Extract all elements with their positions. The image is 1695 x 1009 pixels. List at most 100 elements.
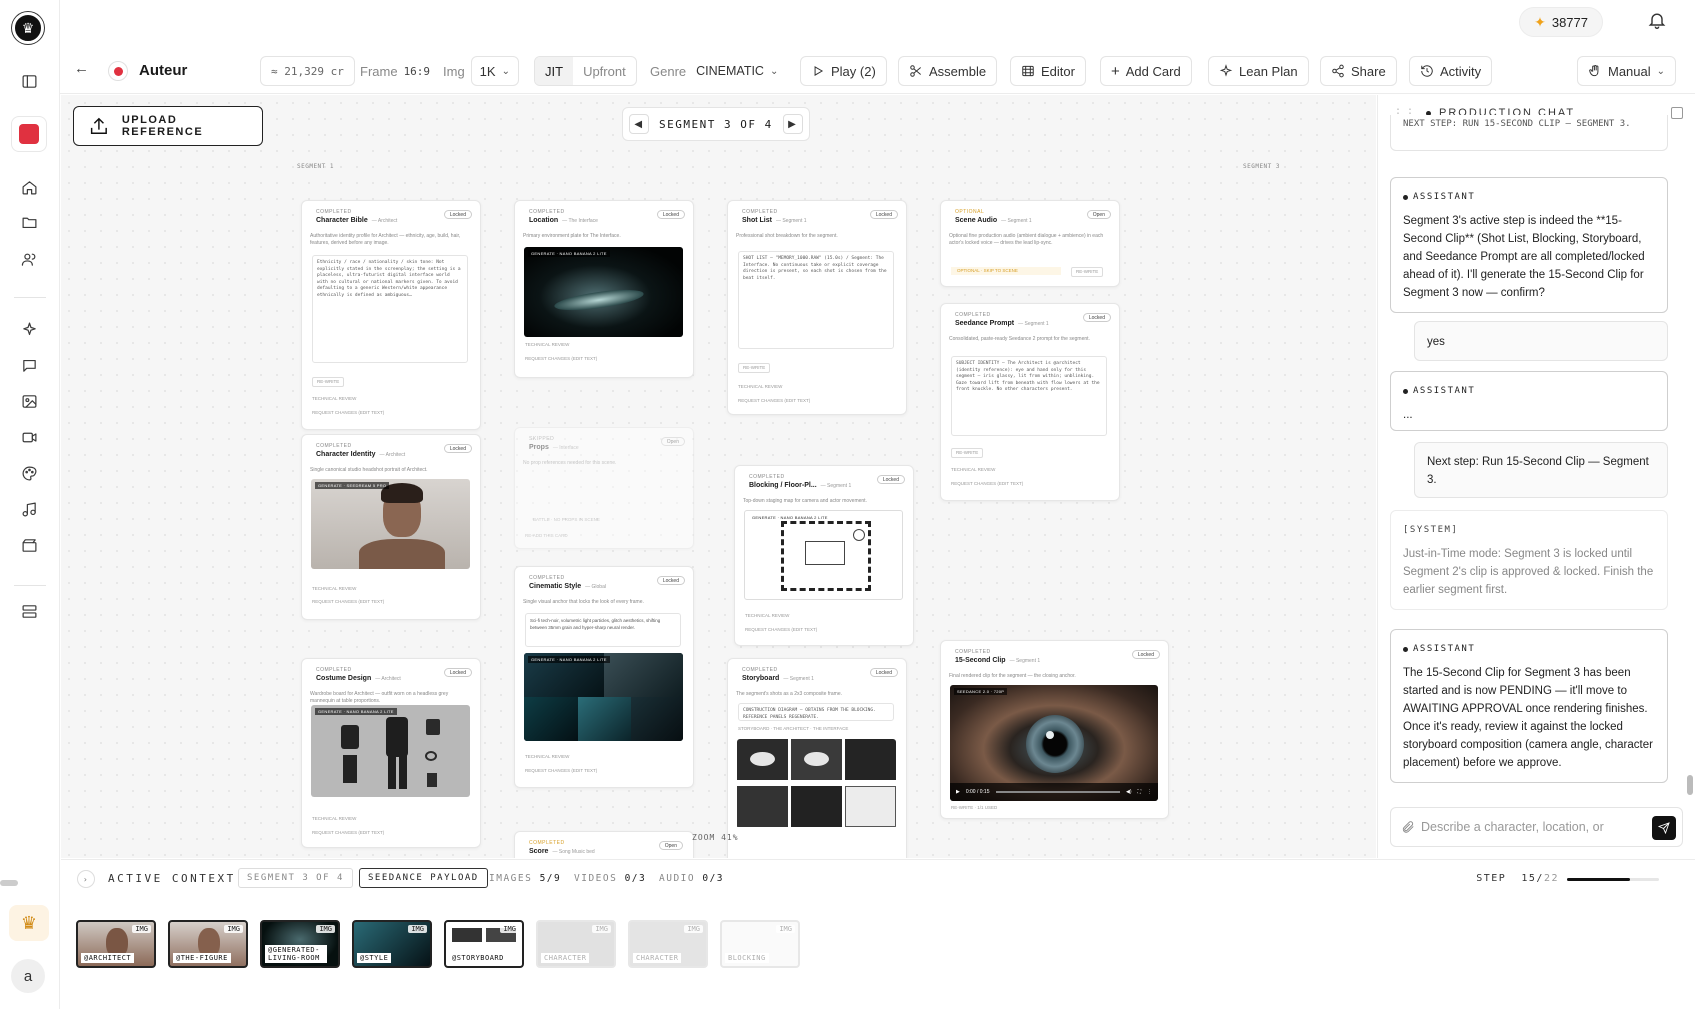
technical-review-link[interactable]: TECHNICAL REVIEW bbox=[312, 815, 356, 823]
card-15-second-clip[interactable]: COMPLETED 15-Second Clip — Segment 1 Locke… bbox=[940, 640, 1169, 819]
lock-badge[interactable]: Open bbox=[660, 437, 685, 446]
skip-scene-button[interactable]: OPTIONAL · SKIP TO SCENE bbox=[951, 267, 1061, 275]
credits-badge[interactable]: ✦ 38777 bbox=[1519, 7, 1603, 37]
folder-icon[interactable] bbox=[14, 207, 44, 237]
thumbnail-style[interactable]: IMG @STYLE bbox=[352, 920, 432, 968]
request-changes-link[interactable]: REQUEST CHANGES (EDIT TEXT) bbox=[312, 598, 384, 606]
costume-image[interactable]: GENERATE · NANO BANANA 2 LITE bbox=[311, 705, 470, 797]
img-resolution-select[interactable]: 1K ⌄ bbox=[470, 56, 519, 86]
lock-badge[interactable]: Locked bbox=[656, 210, 685, 219]
mode-upfront[interactable]: Upfront bbox=[573, 57, 636, 85]
technical-review-link[interactable]: TECHNICAL REVIEW bbox=[738, 383, 782, 391]
request-changes-link[interactable]: REQUEST CHANGES (EDIT TEXT) bbox=[951, 480, 1023, 488]
frame-ratio[interactable]: 16:9 bbox=[404, 65, 431, 78]
next-segment-button[interactable]: ▶ bbox=[782, 114, 803, 134]
chat-scrollbar[interactable] bbox=[1687, 775, 1693, 795]
floor-plan-image[interactable]: GENERATE · NANO BANANA 2 LITE bbox=[744, 510, 903, 600]
request-changes-link[interactable]: REQUEST CHANGES (EDIT TEXT) bbox=[745, 626, 817, 634]
location-image[interactable]: GENERATE · NANO BANANA 2 LITE bbox=[524, 247, 683, 337]
home-icon[interactable] bbox=[14, 172, 44, 202]
thumbnail-architect[interactable]: IMG @ARCHITECT bbox=[76, 920, 156, 968]
rail-scrollbar[interactable] bbox=[0, 880, 18, 886]
lock-badge[interactable]: Locked bbox=[443, 444, 472, 453]
prev-segment-button[interactable]: ◀ bbox=[629, 114, 649, 134]
card-props[interactable]: SKIPPED Props — Interface Open No prop ref… bbox=[514, 427, 694, 549]
context-collapse-icon[interactable]: › bbox=[77, 870, 95, 888]
request-changes-link[interactable]: REQUEST CHANGES (EDIT TEXT) bbox=[312, 829, 384, 837]
chat-icon[interactable] bbox=[14, 350, 44, 380]
technical-review-link[interactable]: TECHNICAL REVIEW bbox=[312, 395, 356, 403]
play-icon[interactable]: ▶ bbox=[956, 789, 960, 795]
card-storyboard[interactable]: COMPLETED Storyboard — Segment 1 Locked Th… bbox=[727, 658, 907, 858]
technical-review-link[interactable]: TECHNICAL REVIEW bbox=[525, 753, 569, 761]
card-blocking[interactable]: COMPLETED Blocking / Floor-Pl... — Segment… bbox=[734, 465, 914, 646]
thumbnail-generated-living-room[interactable]: IMG @GENERATED-LIVING-ROOM bbox=[260, 920, 340, 968]
rewrite-button[interactable]: RE-WRITE bbox=[951, 448, 984, 458]
technical-review-link[interactable]: TECHNICAL REVIEW bbox=[525, 341, 569, 349]
lock-badge[interactable]: Locked bbox=[869, 210, 898, 219]
lock-badge[interactable]: Locked bbox=[1131, 650, 1160, 659]
card-character-identity[interactable]: COMPLETED Character Identity — Architect L… bbox=[301, 434, 481, 620]
genre-select[interactable]: CINEMATIC ⌄ bbox=[692, 56, 783, 86]
card-costume-design[interactable]: COMPLETED Costume Design — Architect Locke… bbox=[301, 658, 481, 848]
sparkles-icon[interactable] bbox=[14, 314, 44, 344]
video-icon[interactable] bbox=[14, 422, 44, 452]
editor-button[interactable]: Editor bbox=[1010, 56, 1086, 86]
back-arrow-icon[interactable]: ← bbox=[74, 60, 89, 77]
upload-reference-button[interactable]: UPLOAD REFERENCE bbox=[73, 106, 263, 146]
video-controls[interactable]: ▶ 0:00 / 0:15 ◀) ⛶ ⋮ bbox=[950, 783, 1158, 801]
share-button[interactable]: Share bbox=[1320, 56, 1397, 86]
chat-input[interactable]: Describe a character, location, or bbox=[1390, 807, 1683, 847]
upgrade-crown-icon[interactable]: ♛ bbox=[9, 905, 49, 941]
fullscreen-icon[interactable]: ⛶ bbox=[1137, 789, 1141, 795]
style-board-image[interactable]: GENERATE · NANO BANANA 2 LITE bbox=[524, 653, 683, 741]
lock-badge[interactable]: Locked bbox=[656, 576, 685, 585]
lock-badge[interactable]: Open bbox=[658, 841, 683, 850]
card-shot-list[interactable]: COMPLETED Shot List — Segment 1 Locked Pro… bbox=[727, 200, 907, 415]
more-icon[interactable]: ⋮ bbox=[1147, 789, 1152, 795]
seedance-payload-chip[interactable]: SEEDANCE PAYLOAD bbox=[359, 868, 488, 888]
thumbnail-storyboard[interactable]: IMG @STORYBOARD bbox=[444, 920, 524, 968]
lock-badge[interactable]: Locked bbox=[1082, 313, 1111, 322]
zoom-level[interactable]: ZOOM 41% bbox=[692, 833, 739, 842]
card-text-body[interactable]: SUBJECT IDENTITY — The Architect is @arc… bbox=[951, 356, 1107, 436]
thumbnail-character[interactable]: IMG CHARACTER bbox=[628, 920, 708, 968]
card-cinematic-style[interactable]: COMPLETED Cinematic Style — Global Locked … bbox=[514, 566, 694, 788]
segment-chip[interactable]: SEGMENT 3 OF 4 bbox=[238, 868, 353, 888]
lock-badge[interactable]: Locked bbox=[876, 475, 905, 484]
lock-badge[interactable]: Locked bbox=[869, 668, 898, 677]
music-icon[interactable] bbox=[14, 494, 44, 524]
card-text-body[interactable]: SHOT LIST — "MEMORY_1000.RAW" (15.0s) / … bbox=[738, 251, 894, 349]
rewrite-button[interactable]: RE-WRITE bbox=[312, 377, 345, 387]
lean-plan-button[interactable]: Lean Plan bbox=[1208, 56, 1309, 86]
image-icon[interactable] bbox=[14, 386, 44, 416]
technical-review-link[interactable]: TECHNICAL REVIEW bbox=[745, 612, 789, 620]
record-button[interactable] bbox=[11, 116, 47, 152]
thumbnail-character[interactable]: IMG CHARACTER bbox=[536, 920, 616, 968]
sidebar-toggle-icon[interactable] bbox=[14, 66, 44, 96]
lock-badge[interactable]: Open bbox=[1086, 210, 1111, 219]
request-changes-link[interactable]: REQUEST CHANGES (EDIT TEXT) bbox=[525, 355, 597, 363]
storyboard-canvas[interactable]: UPLOAD REFERENCE ◀ SEGMENT 3 OF 4 ▶ SEGM… bbox=[61, 95, 1376, 858]
card-score[interactable]: COMPLETED Score — Song Music bed Open bbox=[514, 831, 694, 858]
lock-badge[interactable]: Locked bbox=[443, 210, 472, 219]
rewrite-button[interactable]: RE-WRITE bbox=[738, 363, 771, 373]
assemble-button[interactable]: Assemble bbox=[898, 56, 998, 86]
layout-icon[interactable] bbox=[14, 596, 44, 626]
palette-icon[interactable] bbox=[14, 458, 44, 488]
clip-meta[interactable]: RE-WRITE · 1/1 USED bbox=[951, 804, 997, 812]
clip-video-player[interactable]: SEEDANCE 2.0 · 720P ▶ 0:00 / 0:15 ◀) ⛶ ⋮ bbox=[950, 685, 1158, 801]
technical-review-link[interactable]: TECHNICAL REVIEW bbox=[951, 466, 995, 474]
thumbnail-the-figure[interactable]: IMG @THE-FIGURE bbox=[168, 920, 248, 968]
app-logo[interactable]: ♛ bbox=[12, 12, 44, 44]
style-text-body[interactable]: Sci-fi tech-noir, volumetric light parti… bbox=[525, 613, 681, 647]
card-text-body[interactable]: Ethnicity / race / nationality / skin to… bbox=[312, 255, 468, 363]
lock-badge[interactable]: Locked bbox=[443, 668, 472, 677]
card-seedance-prompt[interactable]: COMPLETED Seedance Prompt — Segment 1 Lock… bbox=[940, 303, 1120, 501]
activity-button[interactable]: Activity bbox=[1409, 56, 1493, 86]
card-text-body[interactable]: CONSTRUCTION DIAGRAM — OBTAINS FROM THE … bbox=[738, 703, 894, 721]
headshot-image[interactable]: GENERATE · SEEDREAM 5 PRO bbox=[311, 479, 470, 569]
video-scrubber[interactable] bbox=[995, 791, 1120, 793]
add-card-button[interactable]: + Add Card bbox=[1100, 56, 1192, 86]
volume-icon[interactable]: ◀) bbox=[1126, 789, 1132, 795]
